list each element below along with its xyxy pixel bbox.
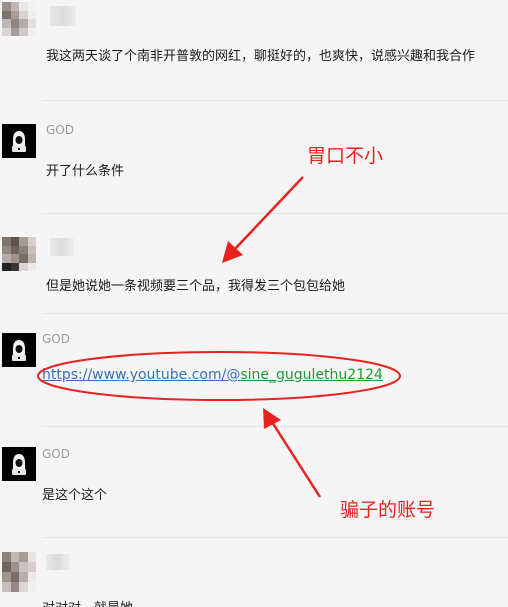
sender-name: GOD: [46, 123, 74, 137]
avatar[interactable]: [2, 552, 36, 592]
youtube-link[interactable]: https://www.youtube.com/@sine_gugulethu2…: [42, 367, 383, 383]
message-text: 开了什么条件: [46, 164, 125, 179]
message-separator: [42, 313, 508, 314]
sender-name-blurred: [50, 238, 74, 256]
avatar[interactable]: [2, 333, 36, 367]
link-url-part[interactable]: https://www.youtube.com/@: [42, 367, 240, 383]
sender-name: GOD: [42, 332, 70, 346]
arrow-scammer: [263, 408, 322, 498]
message-separator: [42, 213, 508, 214]
annotation-appetite: 胃口不小: [307, 145, 384, 167]
sender-name-blurred: [46, 554, 70, 570]
message-text: 对对对，就是她: [42, 597, 133, 607]
annotation-scammer: 骗子的账号: [340, 499, 436, 521]
hooded-figure-icon: [12, 454, 26, 475]
sender-name: GOD: [42, 447, 70, 461]
hooded-figure-icon: [12, 131, 26, 152]
message-separator: [42, 100, 508, 101]
avatar[interactable]: [2, 237, 36, 271]
message-text: 是这个这个: [42, 488, 108, 503]
arrow-appetite: [222, 176, 304, 263]
message-text: 我这两天谈了个南非开普敦的网红，聊挺好的，也爽快，说感兴趣和我合作: [46, 49, 476, 64]
message-text: 但是她说她一条视频要三个品，我得发三个包包给她: [46, 279, 346, 294]
hooded-figure-icon: [12, 340, 26, 361]
link-handle-part[interactable]: sine_gugulethu2124: [240, 367, 383, 383]
message-separator: [42, 426, 508, 427]
avatar[interactable]: [2, 447, 36, 481]
message-separator: [42, 537, 508, 538]
avatar[interactable]: [2, 2, 36, 36]
avatar[interactable]: [2, 124, 36, 158]
sender-name-blurred: [50, 6, 76, 26]
